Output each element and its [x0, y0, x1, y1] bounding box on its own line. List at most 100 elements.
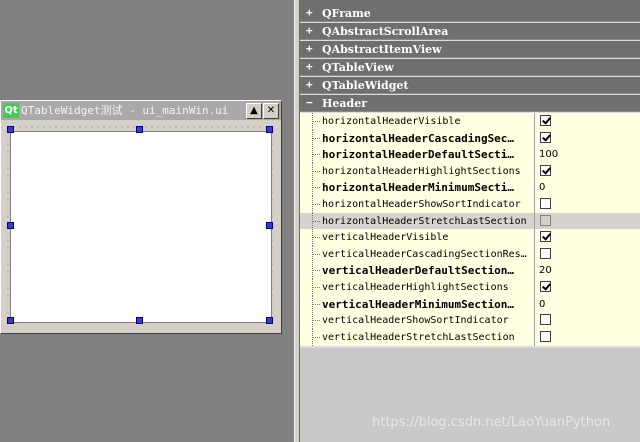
property-value[interactable]: 100 — [539, 148, 558, 161]
tree-branch — [312, 170, 320, 172]
property-name: horizontalHeaderCascadingSec… — [322, 131, 515, 145]
tree-branch — [312, 220, 320, 222]
property-checkbox[interactable] — [540, 198, 551, 209]
property-row[interactable]: verticalHeaderMinimumSection… 0 — [300, 295, 640, 313]
expand-toggle-icon[interactable]: + — [306, 42, 313, 55]
column-divider — [534, 196, 535, 213]
property-row[interactable]: horizontalHeaderMinimumSecti… 0 — [300, 179, 640, 197]
expand-toggle-icon[interactable]: + — [306, 24, 313, 37]
expand-toggle-icon[interactable]: + — [306, 60, 313, 73]
property-name: horizontalHeaderHighlightSections — [322, 165, 521, 177]
property-name: verticalHeaderHighlightSections — [322, 282, 509, 293]
tree-branch — [312, 287, 320, 288]
property-name: verticalHeaderVisible — [322, 232, 449, 244]
tree-branch — [312, 336, 320, 338]
property-group-qframe[interactable]: + QFrame — [300, 5, 640, 22]
property-checkbox[interactable] — [540, 131, 551, 143]
property-name: verticalHeaderShowSortIndicator — [322, 315, 509, 327]
column-divider — [534, 229, 535, 247]
resize-handle-top-right[interactable] — [266, 126, 273, 133]
property-row[interactable]: horizontalHeaderStretchLastSection — [300, 212, 640, 230]
property-row[interactable]: horizontalHeaderDefaultSecti… 100 — [300, 146, 640, 164]
property-checkbox[interactable] — [540, 214, 551, 226]
property-row[interactable]: verticalHeaderVisible — [300, 229, 640, 247]
column-divider — [534, 212, 535, 230]
column-divider — [534, 245, 535, 263]
expand-toggle-icon[interactable]: − — [306, 96, 313, 109]
property-editor: + QFrame + QAbstractScrollArea + QAbstractIte… — [300, 0, 640, 442]
property-name: horizontalHeaderStretchLastSection — [322, 215, 527, 227]
property-name: horizontalHeaderVisible — [322, 116, 461, 127]
tree-branch — [312, 121, 320, 122]
tree-branch — [312, 303, 320, 305]
resize-handle-right[interactable] — [266, 222, 273, 229]
property-row[interactable]: verticalHeaderShowSortIndicator — [300, 312, 640, 330]
property-value[interactable]: 0 — [539, 298, 545, 311]
property-checkbox[interactable] — [540, 231, 551, 243]
column-divider — [534, 328, 535, 346]
property-checkbox[interactable] — [540, 115, 551, 126]
property-group-qtableview[interactable]: + QTableView — [300, 59, 640, 76]
property-row[interactable]: verticalHeaderStretchLastSection — [300, 328, 640, 346]
design-canvas: Qt QTableWidget测试 - ui_mainWin.ui ▲ ✕ — [0, 0, 294, 442]
property-checkbox[interactable] — [540, 247, 551, 259]
property-group-label: Header — [322, 97, 368, 110]
property-checkbox[interactable] — [540, 281, 551, 292]
tree-branch — [312, 204, 320, 205]
form-title: QTableWidget测试 - ui_mainWin.ui — [21, 104, 229, 117]
property-row[interactable]: horizontalHeaderCascadingSec… — [300, 129, 640, 147]
property-name: verticalHeaderCascadingSectionRes… — [322, 248, 527, 260]
property-group-qabstractitemview[interactable]: + QAbstractItemView — [300, 41, 640, 58]
column-divider — [534, 295, 535, 313]
close-button[interactable]: ✕ — [263, 103, 279, 119]
property-name: verticalHeaderDefaultSection… — [322, 264, 515, 278]
property-row[interactable]: horizontalHeaderShowSortIndicator — [300, 196, 640, 213]
resize-handle-top[interactable] — [136, 126, 143, 133]
property-checkbox[interactable] — [540, 314, 551, 326]
column-divider — [534, 113, 535, 130]
property-value[interactable]: 0 — [539, 181, 545, 194]
table-widget[interactable] — [10, 131, 272, 323]
property-row[interactable]: verticalHeaderDefaultSection… 20 — [300, 262, 640, 280]
column-divider — [534, 312, 535, 330]
property-checkbox[interactable] — [540, 164, 551, 176]
property-group-label: QAbstractScrollArea — [322, 25, 449, 38]
resize-handle-bottom-left[interactable] — [7, 317, 14, 324]
tree-branch — [312, 187, 320, 189]
column-divider — [534, 162, 535, 180]
resize-handle-bottom-right[interactable] — [266, 317, 273, 324]
property-value[interactable]: 20 — [539, 264, 552, 277]
column-divider — [534, 179, 535, 197]
property-name: horizontalHeaderShowSortIndicator — [322, 199, 521, 210]
property-row[interactable]: horizontalHeaderHighlightSections — [300, 162, 640, 180]
property-checkbox[interactable] — [540, 330, 551, 342]
column-divider — [534, 262, 535, 280]
form-titlebar[interactable]: Qt QTableWidget测试 - ui_mainWin.ui ▲ ✕ — [1, 101, 281, 120]
tree-branch — [312, 154, 320, 156]
column-divider — [534, 279, 535, 296]
resize-handle-bottom[interactable] — [136, 317, 143, 324]
property-row[interactable]: horizontalHeaderVisible — [300, 113, 640, 130]
column-divider — [534, 146, 535, 164]
tree-branch — [312, 137, 320, 139]
property-group-label: QAbstractItemView — [322, 43, 442, 56]
tree-branch — [312, 270, 320, 272]
resize-handle-top-left[interactable] — [7, 126, 14, 133]
property-row[interactable]: verticalHeaderHighlightSections — [300, 279, 640, 296]
property-group-label: QTableView — [322, 61, 394, 74]
property-row[interactable]: verticalHeaderCascadingSectionRes… — [300, 245, 640, 263]
resize-handle-left[interactable] — [7, 222, 14, 229]
watermark: https://blog.csdn.net/LaoYuanPython — [372, 415, 611, 430]
expand-toggle-icon[interactable]: + — [306, 6, 313, 19]
property-group-header[interactable]: − Header — [300, 95, 640, 112]
minimize-button[interactable]: ▲ — [246, 103, 262, 119]
tree-branch — [312, 237, 320, 239]
property-group-qabstractscrollarea[interactable]: + QAbstractScrollArea — [300, 23, 640, 40]
property-name: horizontalHeaderMinimumSecti… — [322, 181, 515, 195]
tree-branch — [312, 320, 320, 322]
expand-toggle-icon[interactable]: + — [306, 78, 313, 91]
property-group-label: QTableWidget — [322, 79, 409, 92]
tree-branch — [312, 253, 320, 255]
column-divider — [534, 129, 535, 147]
property-group-qtablewidget[interactable]: + QTableWidget — [300, 77, 640, 94]
